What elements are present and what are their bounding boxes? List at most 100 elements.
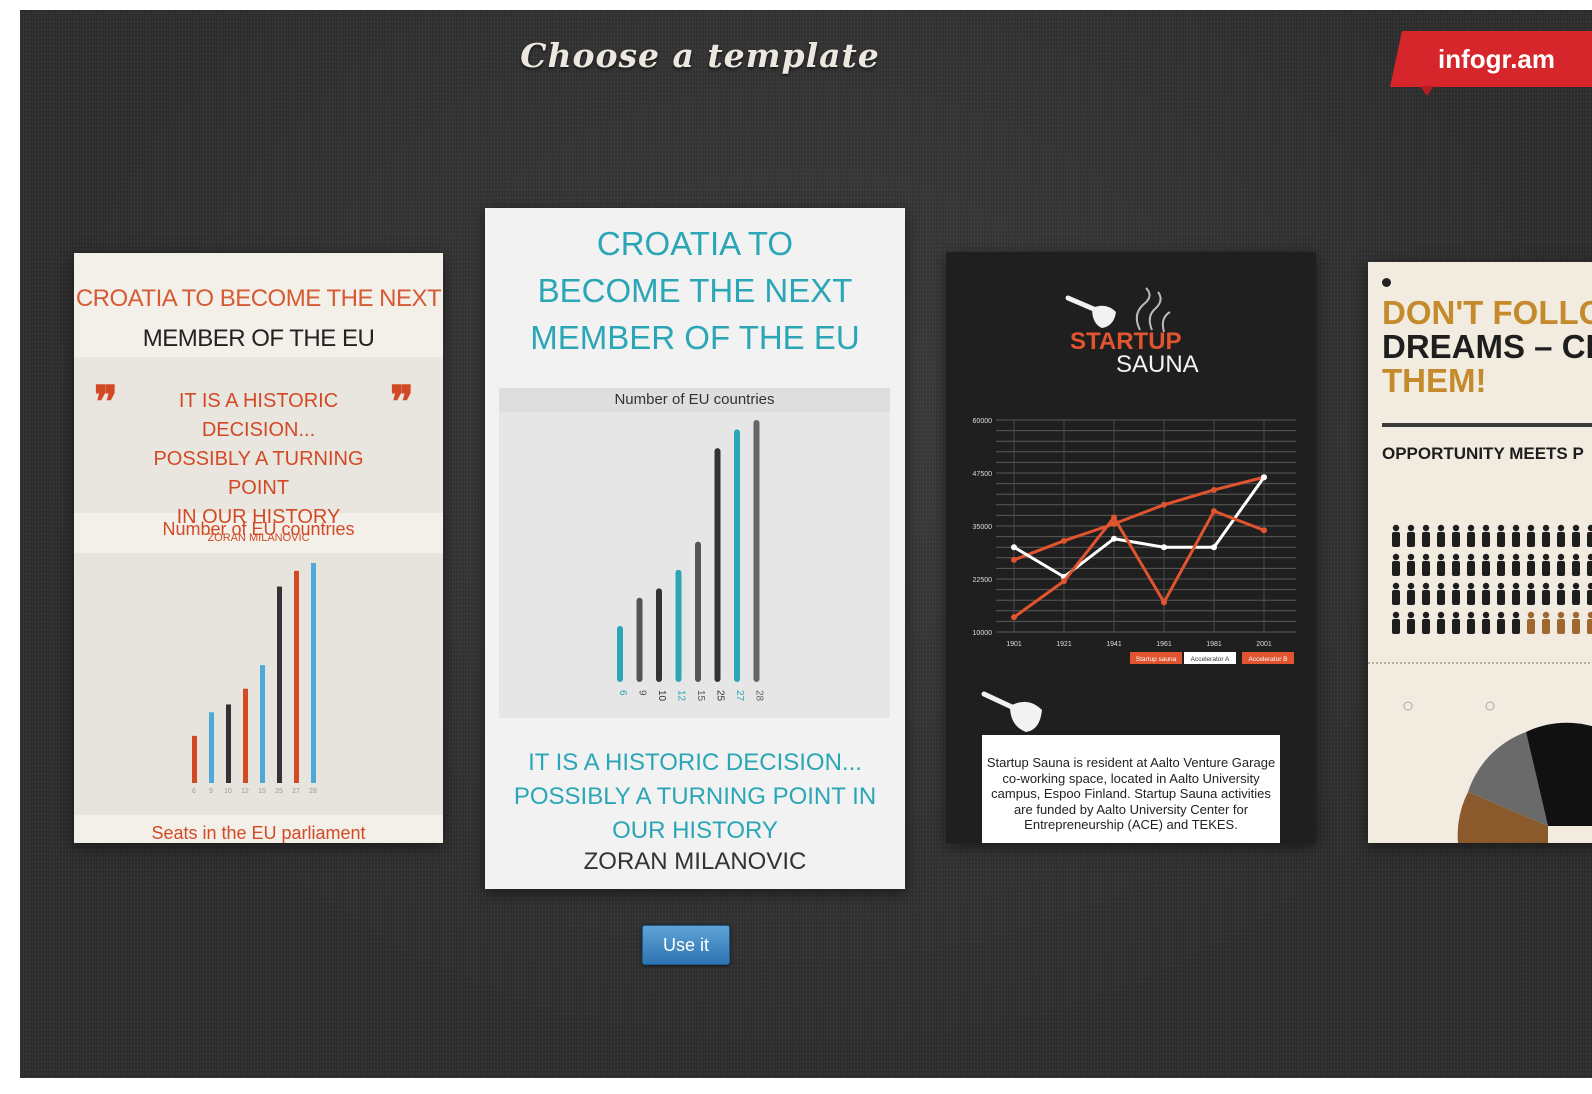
person-icon	[1542, 619, 1550, 634]
x-tick-label: 1961	[1156, 641, 1172, 648]
template-card-startup-sauna[interactable]: STARTUP SAUNA 60000 47500 35000 22500 10000 1…	[946, 252, 1316, 843]
person-icon	[1497, 619, 1505, 634]
template-title-line: CROATIA TO	[596, 225, 794, 262]
series-line	[1013, 509, 1265, 619]
bar	[192, 735, 197, 783]
person-icon	[1482, 561, 1490, 576]
legend-label: Accelerator A	[1191, 656, 1230, 663]
data-point	[1211, 544, 1217, 551]
bar	[277, 586, 282, 783]
person-icon	[1542, 524, 1550, 532]
y-tick-label: 60000	[973, 418, 993, 425]
template-card-dont-follow-dreams[interactable]: DON'T FOLLO DREAMS – CH THEM! OPPORTUNIT…	[1368, 262, 1592, 843]
person-icon	[1452, 590, 1460, 605]
bar	[636, 597, 643, 682]
data-point	[1111, 514, 1117, 521]
bullet-dot	[1382, 278, 1391, 287]
quote-author: ZORAN MILANOVIC	[583, 848, 807, 875]
person-icon	[1512, 524, 1520, 532]
data-point	[1211, 486, 1217, 493]
brand-logo[interactable]: infogr.am	[1390, 31, 1592, 87]
person-icon	[1587, 582, 1592, 590]
person-icon	[1392, 524, 1400, 532]
template-chooser: Choose a template infogr.am CROATIA TO B…	[20, 10, 1592, 1078]
person-icon	[1542, 553, 1550, 561]
person-icon	[1542, 611, 1550, 619]
bar-chart: 6 9 10 12 15 25 27 28	[617, 420, 765, 702]
person-icon	[1392, 590, 1400, 605]
template-card-croatia-teal[interactable]: CROATIA TO BECOME THE NEXT MEMBER OF THE…	[485, 208, 905, 889]
chart-area: 6 9 10 12 15 25 27 28	[74, 553, 443, 815]
pictogram-chart	[1392, 524, 1592, 634]
data-point	[1261, 527, 1267, 534]
person-icon	[1452, 561, 1460, 576]
quote-line: OUR HISTORY	[612, 817, 778, 844]
tick-label: 27	[734, 690, 745, 702]
person-icon	[1527, 532, 1535, 547]
template-title-line: MEMBER OF THE EU	[530, 319, 860, 356]
person-icon	[1557, 553, 1565, 561]
bar	[243, 688, 248, 783]
data-point	[1011, 614, 1017, 621]
tick-label: 10	[224, 788, 232, 795]
tick-label: 12	[676, 690, 687, 702]
person-icon	[1482, 524, 1490, 532]
section-footer: Seats in the EU parliament	[151, 823, 366, 843]
person-icon	[1542, 532, 1550, 547]
tick-label: 15	[258, 788, 266, 795]
tick-label: 25	[275, 788, 283, 795]
tick-label: 28	[309, 788, 317, 795]
person-icon	[1407, 561, 1415, 576]
person-icon	[1497, 590, 1505, 605]
person-icon	[1392, 532, 1400, 547]
y-tick-label: 10000	[973, 630, 993, 637]
person-icon	[1497, 553, 1505, 561]
data-point	[1061, 537, 1067, 544]
person-icon	[1422, 611, 1430, 619]
person-icon	[1392, 611, 1400, 619]
tick-label: 25	[715, 690, 726, 702]
bar	[675, 569, 682, 682]
line-chart: 60000 47500 35000 22500 10000 1901 1921 1941 196…	[973, 418, 1296, 664]
bar	[714, 448, 721, 682]
person-icon	[1407, 590, 1415, 605]
use-template-button[interactable]: Use it	[642, 925, 730, 965]
person-icon	[1407, 611, 1415, 619]
person-icon	[1482, 619, 1490, 634]
person-icon	[1587, 553, 1592, 561]
template-title-line: DON'T FOLLO	[1382, 294, 1592, 331]
person-icon	[1512, 590, 1520, 605]
chart-area: Number of EU countries 6 9 10 12 15 25 27 28	[499, 388, 890, 718]
person-icon	[1512, 582, 1520, 590]
person-icon	[1467, 582, 1475, 590]
person-icon	[1587, 561, 1592, 576]
person-icon	[1452, 619, 1460, 634]
template-title-line: THEM!	[1382, 362, 1487, 399]
person-icon	[1557, 582, 1565, 590]
template-card-croatia-red[interactable]: CROATIA TO BECOME THE NEXT MEMBER OF THE…	[74, 253, 443, 843]
data-point	[1161, 599, 1167, 606]
person-icon	[1482, 611, 1490, 619]
bar	[294, 570, 299, 783]
y-tick-label: 35000	[973, 524, 993, 531]
person-icon	[1527, 611, 1535, 619]
person-icon	[1392, 561, 1400, 576]
person-icon	[1422, 590, 1430, 605]
description-text: Startup Sauna is resident at Aalto Ventu…	[982, 735, 1280, 843]
divider	[1382, 423, 1592, 427]
ladle-icon	[981, 691, 1042, 732]
person-icon	[1407, 582, 1415, 590]
person-icon	[1422, 524, 1430, 532]
person-icon	[1512, 611, 1520, 619]
person-icon	[1422, 561, 1430, 576]
person-icon	[1572, 590, 1580, 605]
person-icon	[1572, 611, 1580, 619]
person-icon	[1557, 532, 1565, 547]
data-point	[1161, 501, 1167, 508]
data-point	[1061, 578, 1067, 585]
quote-block: ❞ ❞ IT IS A HISTORIC DECISION... POSSIBL…	[74, 357, 443, 544]
bar	[226, 704, 231, 783]
person-icon	[1392, 582, 1400, 590]
quote-line: POSSIBLY A TURNING POINT IN	[513, 783, 877, 810]
tick-label: 6	[192, 788, 196, 795]
